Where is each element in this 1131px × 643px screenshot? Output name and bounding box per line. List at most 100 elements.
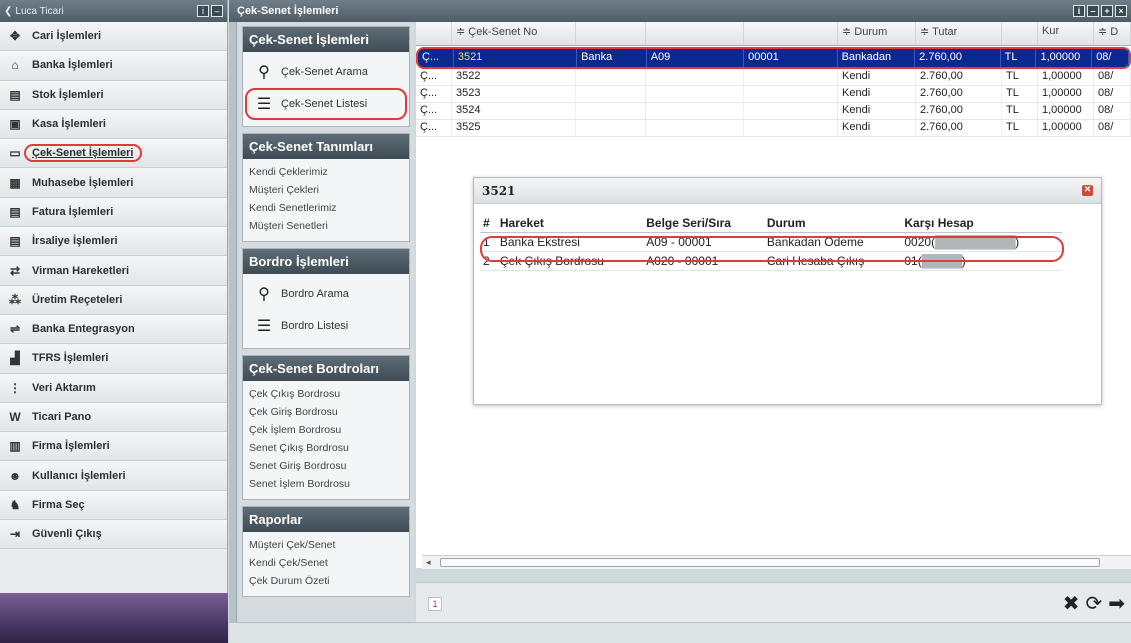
column-header[interactable] xyxy=(1002,22,1038,45)
nav-item[interactable]: ▣ Kasa İşlemleri xyxy=(0,109,227,140)
nav-item[interactable]: W Ticari Pano xyxy=(0,402,227,433)
nav-item[interactable]: ▤ Stok İşlemleri xyxy=(0,80,227,110)
page-indicator[interactable]: 1 xyxy=(428,597,442,611)
column-header[interactable] xyxy=(744,22,838,45)
search-icon: ⚲ xyxy=(258,64,270,81)
redacted-account: ██████████ xyxy=(935,235,1016,249)
back-arrow-icon[interactable]: ❮ xyxy=(4,6,12,17)
table-cell: Kendi xyxy=(838,86,916,102)
list-icon: ☰ xyxy=(256,96,272,113)
panel-link[interactable]: ⚲ Çek-Senet Arama xyxy=(247,56,405,88)
invoice-icon: ▤ xyxy=(9,204,21,219)
popup-titlebar: 3521 ✕ xyxy=(474,178,1101,204)
nav-item-label: Cari İşlemleri xyxy=(32,30,102,43)
table-cell: Ç... xyxy=(416,69,452,85)
table-cell xyxy=(576,103,646,119)
table-cell: 3525 xyxy=(452,120,576,136)
nav-item[interactable]: ⇌ Banka Entegrasyon xyxy=(0,314,227,345)
panel-link[interactable]: Kendi Çeklerimiz xyxy=(247,163,405,181)
horizontal-scrollbar[interactable]: ◂ xyxy=(422,555,1131,569)
production-icon: ⁂ xyxy=(9,292,21,307)
column-header: Karşı Hesap xyxy=(901,214,1062,233)
column-header[interactable]: ≑ Tutar xyxy=(916,22,1002,45)
column-header[interactable]: ≑ D xyxy=(1094,22,1131,45)
panel-link[interactable]: Müşteri Çek/Senet xyxy=(247,536,405,554)
table-cell: TL xyxy=(1002,103,1038,119)
panel-link[interactable]: Kendi Senetlerimiz xyxy=(247,199,405,217)
table-cell: 1,00000 xyxy=(1038,86,1094,102)
logout-icon: ⇥ xyxy=(9,527,21,542)
panel-link[interactable]: Çek Durum Özeti xyxy=(247,572,405,590)
nav-item[interactable]: ♞ Firma Seç xyxy=(0,490,227,521)
info-icon[interactable]: i xyxy=(1073,5,1085,17)
nav-item[interactable]: ▤ Fatura İşlemleri xyxy=(0,197,227,228)
maximize-icon[interactable]: + xyxy=(1101,5,1113,17)
nav-item[interactable]: ▦ Muhasebe İşlemleri xyxy=(0,168,227,198)
nav-item[interactable]: ⇄ Virman Hareketleri xyxy=(0,256,227,286)
column-header[interactable]: Kur xyxy=(1038,22,1094,45)
nav-item[interactable]: ⋮ Veri Aktarım xyxy=(0,373,227,403)
table-cell xyxy=(576,86,646,102)
nav-item[interactable]: ▤ İrsaliye İşlemleri xyxy=(0,227,227,257)
scroll-thumb[interactable] xyxy=(440,558,1100,567)
panel-link[interactable]: ☰ Bordro Listesi xyxy=(247,310,405,342)
splitter-handle[interactable] xyxy=(229,22,237,622)
panel-link[interactable]: Kendi Çek/Senet xyxy=(247,554,405,572)
select-company-icon: ♞ xyxy=(9,497,21,512)
panel-link[interactable]: Senet İşlem Bordrosu xyxy=(247,475,405,493)
account-prefix: 01( xyxy=(904,254,922,268)
table-row[interactable]: 2 Çek Çıkış Bordrosu A020 - 00001 Cari Hesa… xyxy=(480,251,1062,271)
close-icon[interactable]: ✕ xyxy=(1082,185,1093,196)
table-row[interactable]: Ç... 3521 Banka A09 00001 Bankadan 2.760,00 TL 1… xyxy=(416,47,1131,69)
nav-item-label: Stok İşlemleri xyxy=(32,88,104,101)
panel-link[interactable]: Müşteri Senetleri xyxy=(247,217,405,235)
nav-item[interactable]: ▥ Firma İşlemleri xyxy=(0,432,227,462)
table-cell: Banka xyxy=(577,49,647,67)
column-header[interactable]: ≑ Çek-Senet No xyxy=(452,22,576,45)
export-icon[interactable]: ➡ xyxy=(1108,591,1125,616)
column-header[interactable] xyxy=(416,22,452,45)
nav-list: ✥ Cari İşlemleri ⌂ Banka İşlemleri ▤ Stok İşl… xyxy=(0,22,227,550)
table-row[interactable]: Ç... 3522 Kendi 2.760,00 TL 1,00000 08/ xyxy=(416,69,1131,86)
panel-link[interactable]: Müşteri Çekleri xyxy=(247,181,405,199)
panel-link[interactable]: Senet Giriş Bordrosu xyxy=(247,457,405,475)
table-row[interactable]: Ç... 3524 Kendi 2.760,00 TL 1,00000 08/ xyxy=(416,103,1131,120)
nav-item[interactable]: ✥ Cari İşlemleri xyxy=(0,22,227,52)
minimize-icon[interactable]: – xyxy=(1087,5,1099,17)
nav-item[interactable]: ▭ Çek-Senet İşlemleri xyxy=(0,139,227,169)
panel-link[interactable]: ☰ Çek-Senet Listesi xyxy=(245,88,407,120)
minimize-icon[interactable]: – xyxy=(211,5,223,17)
nav-item[interactable]: ☻ Kullanıcı İşlemleri xyxy=(0,461,227,491)
clear-icon[interactable]: ✖ xyxy=(1063,591,1080,616)
table-cell: 3522 xyxy=(452,69,576,85)
refresh-icon[interactable]: ⟳ xyxy=(1085,591,1102,616)
close-icon[interactable]: × xyxy=(1115,5,1127,17)
panel-link[interactable]: Çek İşlem Bordrosu xyxy=(247,421,405,439)
column-header[interactable] xyxy=(576,22,646,45)
bank-icon: ⌂ xyxy=(11,58,19,73)
action-panels: Çek-Senet İşlemleri ⚲ Çek-Senet Arama ☰ Çek… xyxy=(238,22,414,622)
nav-item-label: Firma Seç xyxy=(32,498,85,511)
column-header[interactable]: ≑ Durum xyxy=(838,22,916,45)
panel-link[interactable]: Senet Çıkış Bordrosu xyxy=(247,439,405,457)
table-row[interactable]: 1 Banka Ekstresi A09 - 00001 Bankadan Ödeme… xyxy=(480,232,1062,252)
panel-link[interactable]: ⚲ Bordro Arama xyxy=(247,278,405,310)
column-header[interactable] xyxy=(646,22,744,45)
table-row[interactable]: Ç... 3525 Kendi 2.760,00 TL 1,00000 08/ xyxy=(416,120,1131,137)
table-cell: 2.760,00 xyxy=(916,120,1002,136)
table-row[interactable]: Ç... 3523 Kendi 2.760,00 TL 1,00000 08/ xyxy=(416,86,1131,103)
nav-item[interactable]: ⁂ Üretim Reçeteleri xyxy=(0,285,227,315)
panel-link[interactable]: Çek Çıkış Bordrosu xyxy=(247,385,405,403)
info-icon[interactable]: i xyxy=(197,5,209,17)
table-cell: Kendi xyxy=(838,103,916,119)
column-header: Belge Seri/Sıra xyxy=(643,214,764,233)
nav-item[interactable]: ⌂ Banka İşlemleri xyxy=(0,51,227,81)
column-header: Durum xyxy=(763,214,902,233)
nav-item-label: Kullanıcı İşlemleri xyxy=(32,469,126,482)
panel-link[interactable]: Çek Giriş Bordrosu xyxy=(247,403,405,421)
nav-item[interactable]: ▟ TFRS İşlemleri xyxy=(0,344,227,374)
table-cell: 2.760,00 xyxy=(915,49,1001,67)
nav-item[interactable]: ⇥ Güvenli Çıkış xyxy=(0,520,227,550)
scroll-left-icon[interactable]: ◂ xyxy=(426,557,431,568)
table-cell: 3523 xyxy=(452,86,576,102)
